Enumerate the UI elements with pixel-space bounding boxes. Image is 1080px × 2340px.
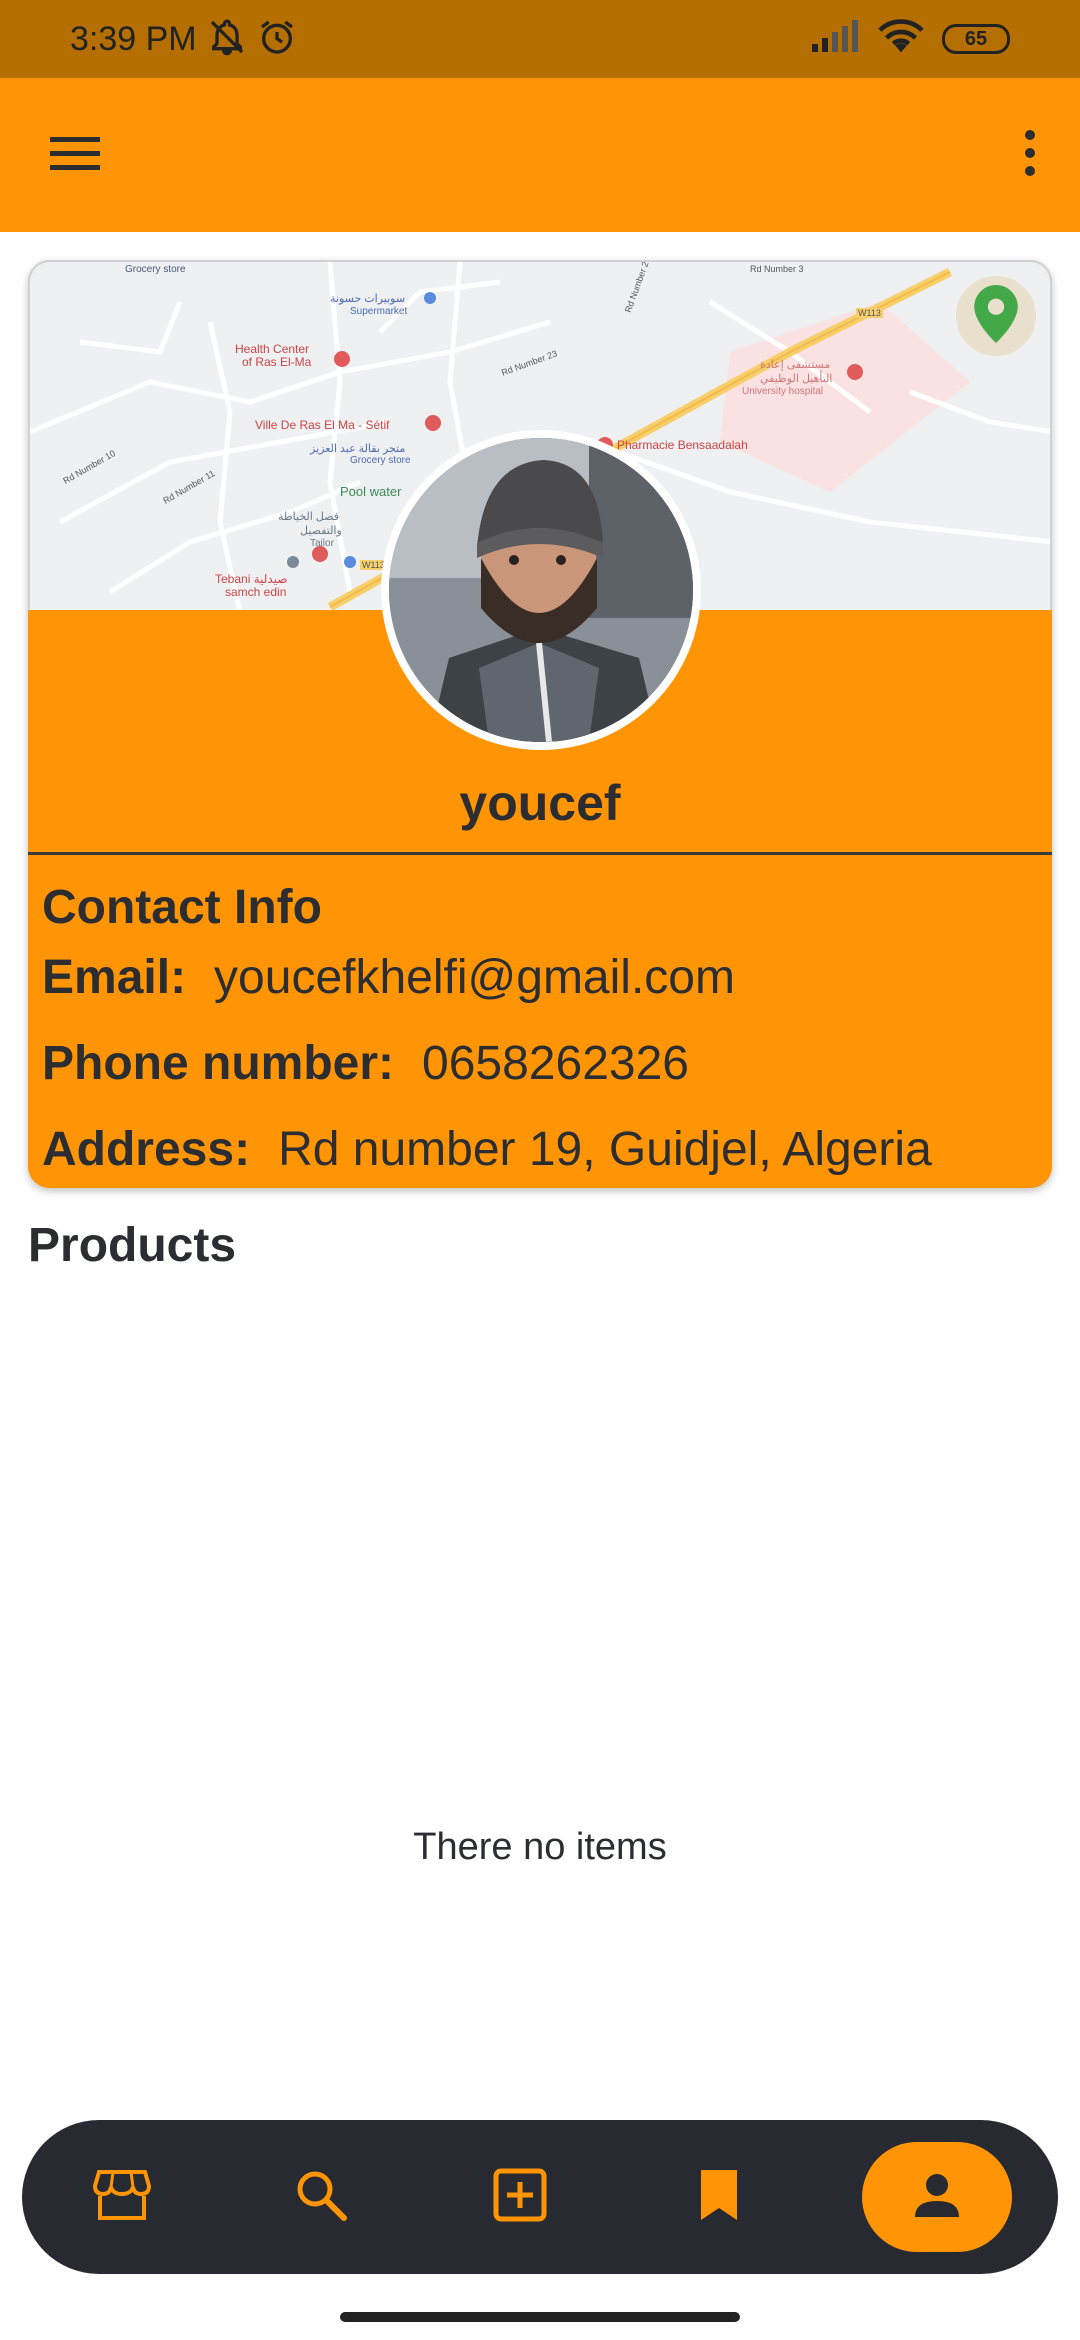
map-label: Grocery store: [125, 264, 186, 275]
map-label: University hospital: [742, 386, 824, 397]
map-label: متجر بقالة عبد العزيز: [310, 443, 406, 455]
address-value: Rd number 19, Guidjel, Algeria: [278, 1123, 932, 1176]
products-title: Products: [28, 1219, 237, 1272]
phone-row: Phone number: 0658262326: [42, 1036, 689, 1091]
home-indicator[interactable]: [340, 2312, 740, 2322]
person-icon: [913, 2171, 961, 2224]
add-box-icon: [493, 2168, 547, 2227]
status-bar: 3:39 PM 65: [0, 0, 1080, 78]
location-pin-icon: [974, 284, 1018, 348]
nav-bookmarks[interactable]: [619, 2120, 818, 2274]
status-time: 3:39 PM: [70, 19, 197, 58]
nav-store[interactable]: [22, 2120, 221, 2274]
map-label: Supermarket: [350, 306, 408, 317]
nav-add[interactable]: [420, 2120, 619, 2274]
wifi-icon: [878, 18, 924, 60]
map-label: Pharmacie Bensaadalah: [617, 438, 748, 452]
muted-bell-icon: [207, 17, 247, 62]
map-label: التأهيل الوظيفي: [760, 373, 833, 385]
map-label: Grocery store: [350, 455, 411, 466]
contact-info-title: Contact Info: [42, 881, 322, 934]
map-label: Health Center: [235, 342, 310, 356]
phone-value[interactable]: 0658262326: [422, 1037, 689, 1090]
avatar-photo: [389, 438, 693, 742]
email-label: Email:: [42, 951, 187, 1004]
map-label: W113: [856, 308, 883, 318]
signal-icon: [810, 19, 860, 59]
map-label: سوبيرات حسونة: [330, 293, 406, 305]
map-label: Rd Number 3: [750, 264, 804, 274]
address-label: Address:: [42, 1123, 251, 1176]
divider: [28, 852, 1052, 855]
search-icon: [294, 2168, 348, 2227]
profile-username: youcef: [459, 775, 621, 831]
nav-profile[interactable]: [862, 2142, 1012, 2252]
map-label: Pool water: [340, 484, 402, 499]
map-label: Tebani صيدلية: [215, 572, 288, 586]
nav-search[interactable]: [221, 2120, 420, 2274]
map-label: مستشفى إعادة: [760, 359, 831, 371]
phone-label: Phone number:: [42, 1037, 395, 1090]
map-label: والتفصيل: [300, 525, 342, 537]
map-label: of Ras El-Ma: [242, 355, 312, 369]
profile-card: Grocery store سوبيرات حسونة Supermarket …: [28, 260, 1052, 1188]
map-label: Tailor: [310, 538, 334, 549]
bookmark-icon: [697, 2168, 741, 2227]
map-label: samch edin: [225, 585, 287, 599]
map-location-button[interactable]: [956, 276, 1036, 356]
address-row: Address: Rd number 19, Guidjel, Algeria: [42, 1122, 932, 1177]
app-bar: [0, 78, 1080, 232]
map-label: فصل الخياطة: [278, 511, 340, 523]
avatar[interactable]: [381, 430, 701, 750]
email-row: Email: youcefkhelfi@gmail.com: [42, 950, 735, 1005]
map-label: Ville De Ras El Ma - Sétif: [255, 418, 390, 432]
menu-icon[interactable]: [48, 133, 104, 178]
email-value[interactable]: youcefkhelfi@gmail.com: [214, 951, 735, 1004]
store-icon: [92, 2168, 151, 2227]
alarm-icon: [257, 17, 297, 62]
bottom-navigation: [22, 2120, 1058, 2274]
empty-products-message: There no items: [413, 1826, 667, 1868]
more-vert-icon[interactable]: [1020, 128, 1040, 183]
battery-indicator: 65: [942, 24, 1010, 54]
